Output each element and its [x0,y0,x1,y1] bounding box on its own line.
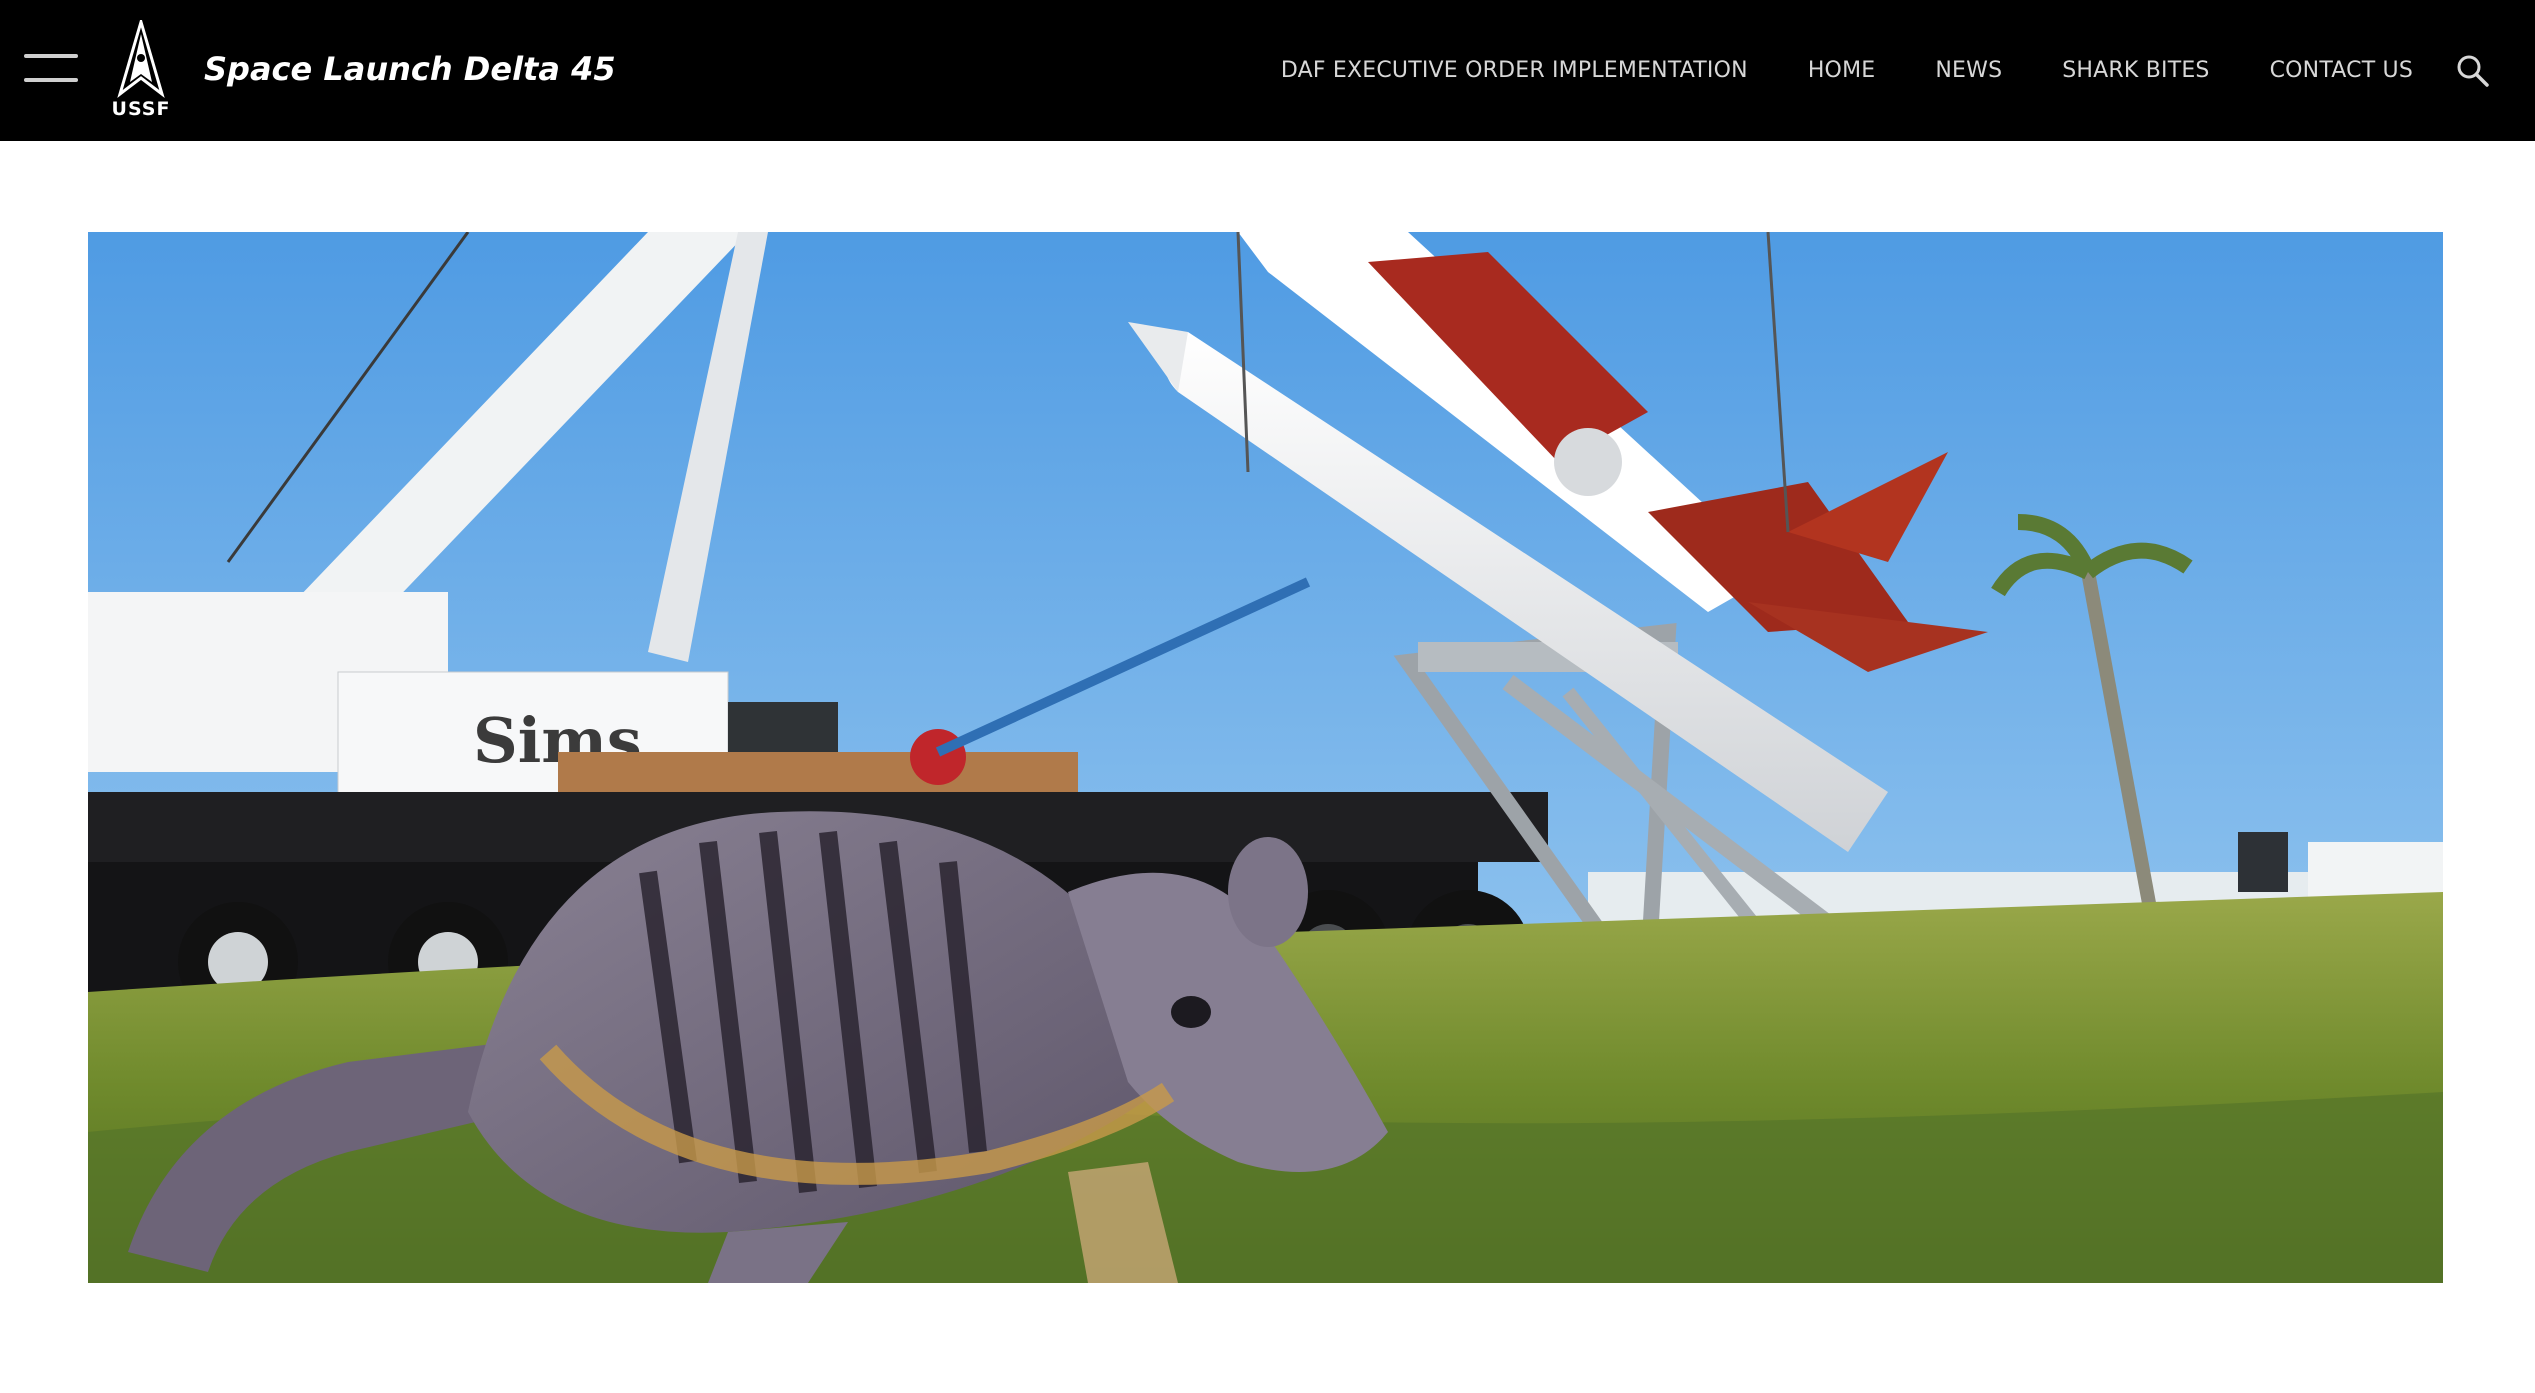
site-header: USSF Space Launch Delta 45 DAF EXECUTIVE… [0,0,2535,141]
nav-item-daf-executive-order[interactable]: DAF EXECUTIVE ORDER IMPLEMENTATION [1281,58,1748,83]
ussf-logo[interactable]: USSF [104,20,178,120]
logo-text: USSF [111,98,171,120]
hero-carousel[interactable]: Sims [88,232,2443,1283]
site-title[interactable]: Space Launch Delta 45 [204,44,616,94]
hamburger-menu-icon[interactable] [24,48,78,88]
search-icon[interactable] [2456,54,2490,88]
nav-item-contact-us[interactable]: CONTACT US [2270,58,2413,83]
nav-item-shark-bites[interactable]: SHARK BITES [2062,58,2209,83]
hero-image: Sims [88,232,2443,1283]
delta-emblem-icon [117,20,165,98]
main-nav: DAF EXECUTIVE ORDER IMPLEMENTATION HOME … [1221,50,2413,90]
nav-item-news[interactable]: NEWS [1935,58,2002,83]
nav-item-home[interactable]: HOME [1808,58,1876,83]
